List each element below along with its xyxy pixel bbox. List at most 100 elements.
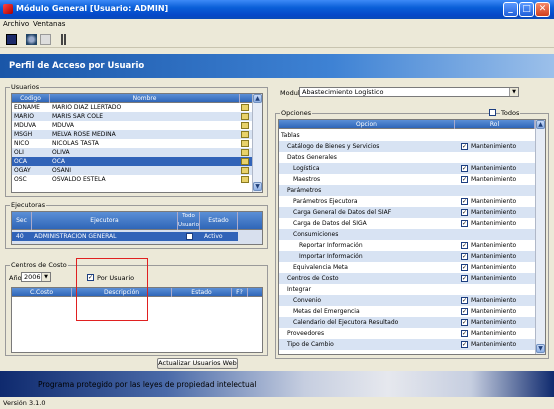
- usuario-row[interactable]: OSC OSVALDO ESTELA: [12, 175, 252, 184]
- rol-checkbox[interactable]: ✓: [461, 209, 468, 216]
- usuario-row[interactable]: OLI OLIVA: [12, 148, 252, 157]
- opcion-row[interactable]: Logística ✓ Mantenimiento: [279, 163, 535, 174]
- edit-icon[interactable]: [241, 176, 249, 183]
- opcion-rol: Mantenimiento: [471, 253, 517, 260]
- maximize-button[interactable]: □: [519, 2, 534, 17]
- close-button[interactable]: ✕: [535, 2, 550, 17]
- usuario-row[interactable]: MARIO MARIS SAR COLE: [12, 112, 252, 121]
- usuario-row[interactable]: NICO NICOLAS TASTA: [12, 139, 252, 148]
- usuario-nombre: MELVA ROSE MEDINA: [52, 131, 116, 138]
- ejecutoras-table: Sec Ejecutora Todo Usuario Estado 40 ADM…: [11, 211, 263, 245]
- rol-checkbox[interactable]: ✓: [461, 319, 468, 326]
- col-nombre: Nombre: [50, 94, 240, 103]
- col-opcion: Opcion: [279, 120, 455, 129]
- opcion-row[interactable]: Carga General de Datos del SIAF ✓ Mantenim…: [279, 207, 535, 218]
- col-estado: Estado: [200, 212, 238, 230]
- rol-checkbox[interactable]: ✓: [461, 253, 468, 260]
- todos-checkbox[interactable]: [489, 109, 496, 116]
- opcion-text: Integrar: [287, 286, 312, 293]
- usuario-row[interactable]: MSGH MELVA ROSE MEDINA: [12, 130, 252, 139]
- usuario-row[interactable]: OGAY OSANI: [12, 166, 252, 175]
- opcion-rol: Mantenimiento: [471, 176, 517, 183]
- opcion-row[interactable]: Tipo de Cambio ✓ Mantenimiento: [279, 339, 535, 350]
- usuario-row[interactable]: EDNAME MARIO DIAZ LLERTADO: [12, 103, 252, 112]
- rol-checkbox[interactable]: ✓: [461, 297, 468, 304]
- opciones-scrollbar[interactable]: ▲ ▼: [535, 120, 545, 354]
- edit-icon[interactable]: [241, 167, 249, 174]
- opcion-rol: Mantenimiento: [471, 264, 517, 271]
- edit-icon[interactable]: [241, 149, 249, 156]
- todo-usuario-checkbox[interactable]: [186, 233, 193, 240]
- edit-icon[interactable]: [241, 158, 249, 165]
- minimize-button[interactable]: _: [503, 2, 518, 17]
- opcion-row[interactable]: Parámetros Ejecutora ✓ Mantenimiento: [279, 196, 535, 207]
- usuarios-scrollbar[interactable]: ▲ ▼: [252, 94, 262, 192]
- opcion-row[interactable]: Integrar: [279, 284, 535, 295]
- rol-checkbox[interactable]: ✓: [461, 165, 468, 172]
- opcion-row[interactable]: Proveedores ✓ Mantenimiento: [279, 328, 535, 339]
- opcion-row[interactable]: Convenio ✓ Mantenimiento: [279, 295, 535, 306]
- usuario-row[interactable]: MDUVA MDUVA: [12, 121, 252, 130]
- legal-text: Programa protegido por las leyes de prop…: [38, 380, 257, 389]
- print-icon[interactable]: [40, 34, 51, 45]
- opcion-text: Catálogo de Bienes y Servicios: [287, 143, 380, 150]
- edit-icon[interactable]: [241, 122, 249, 129]
- scroll-down-icon[interactable]: ▼: [536, 344, 545, 353]
- modulo-select[interactable]: Abastecimiento Logístico ▼: [299, 87, 519, 97]
- window-title: Módulo General [Usuario: ADMIN]: [16, 4, 169, 13]
- usuario-codigo: EDNAME: [14, 104, 40, 111]
- opcion-row[interactable]: Datos Generales: [279, 152, 535, 163]
- ejecutora-name: ADMINISTRACION GENERAL: [34, 233, 117, 240]
- rol-checkbox[interactable]: ✓: [461, 176, 468, 183]
- search-icon[interactable]: [26, 34, 37, 45]
- opciones-label: Opciones: [280, 109, 313, 117]
- rol-checkbox[interactable]: ✓: [461, 341, 468, 348]
- col-rol: Rol: [455, 120, 535, 129]
- scroll-up-icon[interactable]: ▲: [253, 94, 262, 103]
- col-ejecutora: Ejecutora: [32, 212, 178, 230]
- rol-checkbox[interactable]: ✓: [461, 330, 468, 337]
- edit-icon[interactable]: [241, 113, 249, 120]
- year-select[interactable]: 2006 ▼: [21, 272, 51, 282]
- opcion-row[interactable]: Maestros ✓ Mantenimiento: [279, 174, 535, 185]
- opcion-row[interactable]: Calendario del Ejecutora Resultado ✓ Mante…: [279, 317, 535, 328]
- opcion-row[interactable]: Metas del Emergencia ✓ Mantenimiento: [279, 306, 535, 317]
- scroll-down-icon[interactable]: ▼: [253, 182, 262, 191]
- opcion-row[interactable]: Centros de Costo ✓ Mantenimiento: [279, 273, 535, 284]
- opcion-row[interactable]: Carga de Datos del SIGA ✓ Mantenimiento: [279, 218, 535, 229]
- opcion-row[interactable]: Equivalencia Meta ✓ Mantenimiento: [279, 262, 535, 273]
- save-icon[interactable]: [6, 34, 17, 45]
- rol-checkbox[interactable]: ✓: [461, 242, 468, 249]
- opcion-text: Metas del Emergencia: [293, 308, 360, 315]
- edit-icon[interactable]: [241, 104, 249, 111]
- opcion-row[interactable]: Parámetros: [279, 185, 535, 196]
- main-window: Módulo General [Usuario: ADMIN] _ □ ✕ Ar…: [0, 0, 554, 409]
- opcion-row[interactable]: Tablas: [279, 130, 535, 141]
- ejecutora-sec: 40: [16, 233, 24, 240]
- opcion-row[interactable]: Importar Información ✓ Mantenimiento: [279, 251, 535, 262]
- menu-ventanas[interactable]: Ventanas: [33, 20, 65, 28]
- edit-icon[interactable]: [241, 131, 249, 138]
- col-todo-usuario: Todo Usuario: [178, 212, 200, 230]
- rol-checkbox[interactable]: ✓: [461, 275, 468, 282]
- usuario-nombre: OSVALDO ESTELA: [52, 176, 106, 183]
- exit-icon[interactable]: [61, 34, 66, 45]
- edit-icon[interactable]: [241, 140, 249, 147]
- ejecutora-row[interactable]: 40 ADMINISTRACION GENERAL Activo: [12, 232, 238, 241]
- opcion-row[interactable]: Consumiciones: [279, 229, 535, 240]
- usuario-row[interactable]: OCA OCA: [12, 157, 252, 166]
- actualizar-usuarios-button[interactable]: Actualizar Usuarios Web: [157, 358, 238, 369]
- opcion-text: Datos Generales: [287, 154, 337, 161]
- rol-checkbox[interactable]: ✓: [461, 308, 468, 315]
- scroll-up-icon[interactable]: ▲: [536, 120, 545, 129]
- rol-checkbox[interactable]: ✓: [461, 198, 468, 205]
- highlight-box: [76, 258, 148, 321]
- col-f: F?: [232, 288, 248, 297]
- usuario-codigo: NICO: [14, 140, 30, 147]
- rol-checkbox[interactable]: ✓: [461, 143, 468, 150]
- rol-checkbox[interactable]: ✓: [461, 264, 468, 271]
- menu-archivo[interactable]: Archivo: [3, 20, 29, 28]
- rol-checkbox[interactable]: ✓: [461, 220, 468, 227]
- opcion-row[interactable]: Reportar Información ✓ Mantenimiento: [279, 240, 535, 251]
- opcion-row[interactable]: Catálogo de Bienes y Servicios ✓ Mantenimi…: [279, 141, 535, 152]
